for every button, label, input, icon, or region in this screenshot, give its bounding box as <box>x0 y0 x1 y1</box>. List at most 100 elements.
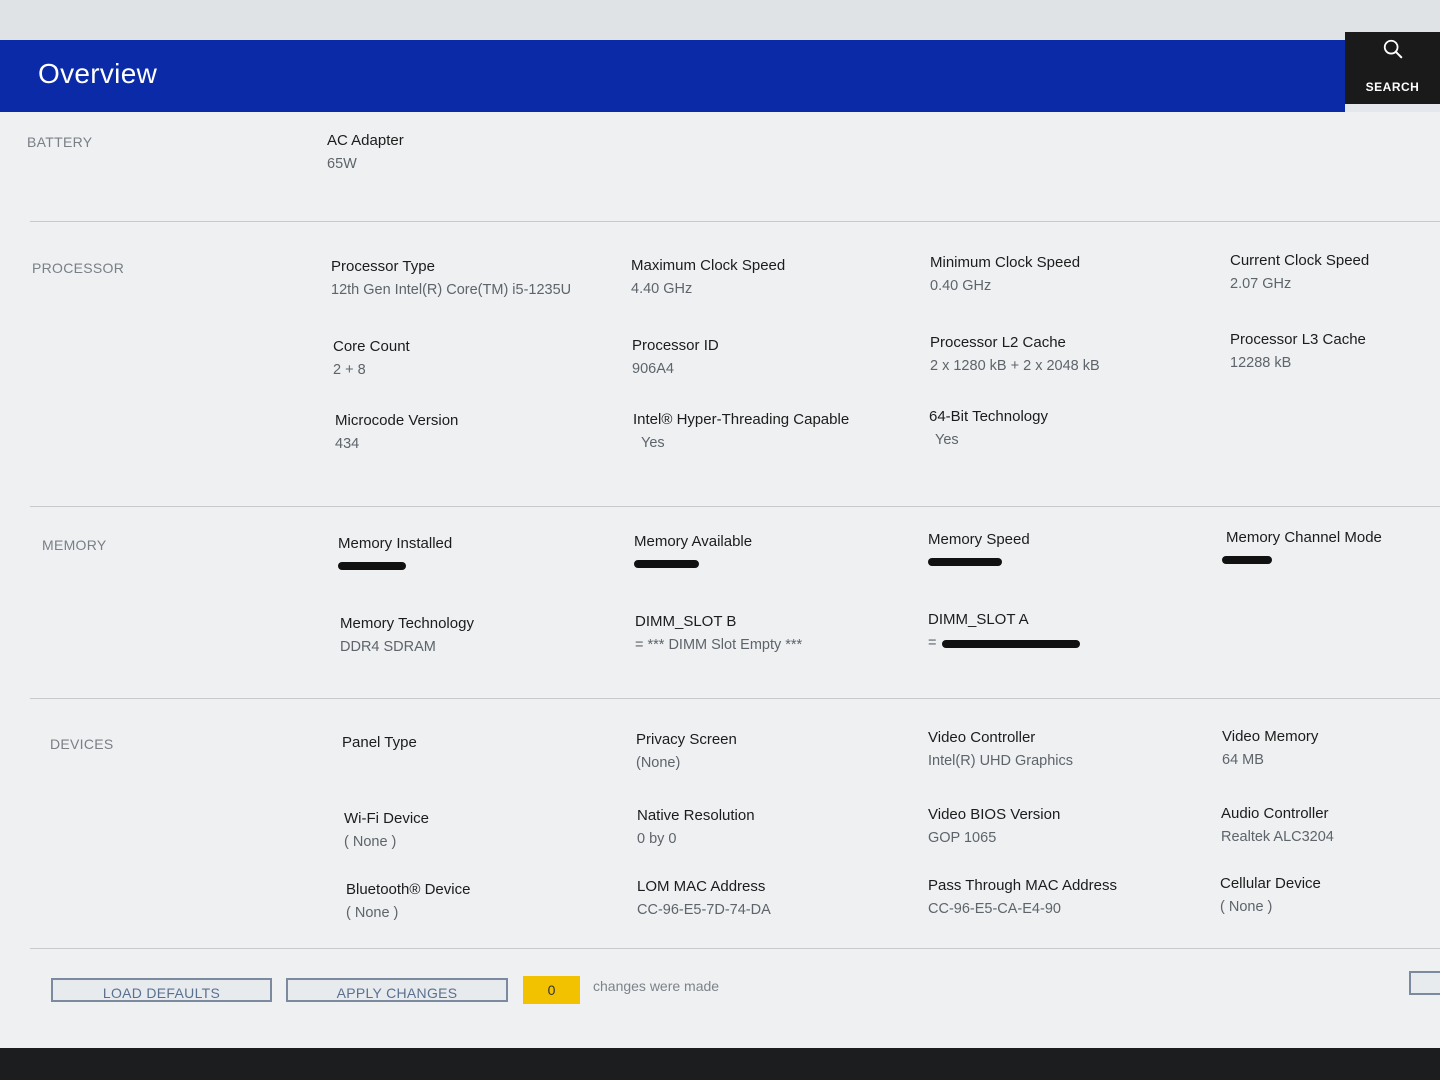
field-label: Memory Installed <box>338 535 453 552</box>
redacted-mark <box>338 562 406 570</box>
field-label: Microcode Version <box>335 412 459 429</box>
field-native-resolution: Native Resolution 0 by 0 <box>637 806 917 849</box>
search-label: SEARCH <box>1365 80 1420 94</box>
field-cellular-device: Cellular Device ( None ) <box>1220 874 1440 917</box>
field-label: Bluetooth® Device <box>346 881 471 898</box>
devices-section-label: DEVICES <box>50 736 114 752</box>
field-label: Intel® Hyper-Threading Capable <box>633 411 850 428</box>
field-label: Memory Available <box>634 533 753 550</box>
field-value: 2 x 1280 kB + 2 x 2048 kB <box>930 358 1100 374</box>
field-label: Maximum Clock Speed <box>631 257 786 274</box>
field-min-clock-speed: Minimum Clock Speed 0.40 GHz <box>930 253 1210 296</box>
field-memory-technology: Memory Technology DDR4 SDRAM <box>340 614 620 657</box>
apply-changes-button[interactable]: APPLY CHANGES <box>286 978 508 1002</box>
field-label: DIMM_SLOT B <box>635 613 737 630</box>
field-pass-through-mac: Pass Through MAC Address CC-96-E5-CA-E4-… <box>928 876 1208 919</box>
top-band <box>0 0 1440 40</box>
field-video-controller: Video Controller Intel(R) UHD Graphics <box>928 728 1208 771</box>
redacted-mark <box>1222 556 1272 564</box>
field-label: Processor L3 Cache <box>1230 331 1366 348</box>
field-ac-adapter: AC Adapter 65W <box>327 131 607 174</box>
field-audio-controller: Audio Controller Realtek ALC3204 <box>1221 804 1440 847</box>
field-value: 4.40 GHz <box>631 281 693 297</box>
redacted-mark <box>928 558 1002 566</box>
search-icon <box>1383 39 1402 59</box>
field-value: CC-96-E5-7D-74-DA <box>637 902 771 918</box>
field-value: Yes <box>641 435 665 451</box>
field-value: Realtek ALC3204 <box>1221 829 1334 845</box>
field-label: Memory Speed <box>928 531 1030 548</box>
field-value: CC-96-E5-CA-E4-90 <box>928 901 1061 917</box>
field-label: Wi-Fi Device <box>344 810 429 827</box>
field-video-bios-version: Video BIOS Version GOP 1065 <box>928 805 1208 848</box>
field-label: Video Controller <box>928 729 1036 746</box>
redacted-mark <box>634 560 699 568</box>
field-value: DDR4 SDRAM <box>340 639 436 655</box>
field-label: Panel Type <box>342 734 417 751</box>
load-defaults-button[interactable]: LOAD DEFAULTS <box>51 978 272 1002</box>
field-value: Intel(R) UHD Graphics <box>928 753 1074 769</box>
field-label: Pass Through MAC Address <box>928 877 1117 894</box>
field-label: Current Clock Speed <box>1230 252 1370 269</box>
field-privacy-screen: Privacy Screen (None) <box>636 730 916 773</box>
field-value: ( None ) <box>346 905 399 921</box>
field-value: 12th Gen Intel(R) Core(TM) i5-1235U <box>331 282 572 298</box>
changes-count-badge: 0 <box>523 976 580 1004</box>
footer-divider <box>30 948 1440 949</box>
field-memory-channel-mode: Memory Channel Mode <box>1222 528 1440 569</box>
field-value: 434 <box>335 436 360 452</box>
search-button[interactable]: SEARCH <box>1345 32 1440 104</box>
field-label: Privacy Screen <box>636 731 737 748</box>
field-label: LOM MAC Address <box>637 878 766 895</box>
field-value: = <box>928 635 937 651</box>
field-label: 64-Bit Technology <box>929 408 1048 425</box>
redacted-mark <box>942 639 1081 648</box>
divider <box>30 698 1440 699</box>
divider <box>30 221 1440 222</box>
field-value: 12288 kB <box>1230 355 1292 371</box>
divider <box>30 506 1440 507</box>
field-label: Memory Technology <box>340 615 474 632</box>
field-label: Core Count <box>333 338 410 355</box>
field-hyper-threading: Intel® Hyper-Threading Capable Yes <box>633 410 913 453</box>
field-microcode-version: Microcode Version 434 <box>335 411 615 454</box>
field-value: = *** DIMM Slot Empty *** <box>635 637 803 653</box>
field-processor-id: Processor ID 906A4 <box>632 336 912 379</box>
field-label: Memory Channel Mode <box>1226 529 1382 546</box>
field-value: 65W <box>327 156 357 172</box>
field-value: Yes <box>935 432 959 448</box>
field-label: DIMM_SLOT A <box>928 611 1029 628</box>
field-value: 2.07 GHz <box>1230 276 1292 292</box>
field-value: 906A4 <box>632 361 674 377</box>
field-value-row: = <box>928 630 1208 653</box>
memory-section-label: MEMORY <box>42 537 107 553</box>
field-dimm-slot-b: DIMM_SLOT B = *** DIMM Slot Empty *** <box>635 612 915 655</box>
field-64bit-technology: 64-Bit Technology Yes <box>929 407 1209 450</box>
field-l2-cache: Processor L2 Cache 2 x 1280 kB + 2 x 204… <box>930 333 1210 376</box>
field-dimm-slot-a: DIMM_SLOT A = <box>928 610 1208 653</box>
field-max-clock-speed: Maximum Clock Speed 4.40 GHz <box>631 256 911 299</box>
field-label: Processor ID <box>632 337 719 354</box>
screen-bezel <box>0 1048 1440 1080</box>
page-title: Overview <box>38 58 158 89</box>
field-memory-available: Memory Available <box>634 532 914 573</box>
field-value: ( None ) <box>344 834 397 850</box>
processor-section-label: PROCESSOR <box>32 260 125 276</box>
battery-section-label: BATTERY <box>27 134 93 150</box>
field-value: 2 + 8 <box>333 362 366 378</box>
field-value: ( None ) <box>1220 899 1273 915</box>
field-label: Processor L2 Cache <box>930 334 1066 351</box>
field-l3-cache: Processor L3 Cache 12288 kB <box>1230 330 1440 373</box>
field-label: Cellular Device <box>1220 875 1321 892</box>
field-memory-speed: Memory Speed <box>928 530 1208 571</box>
field-bluetooth-device: Bluetooth® Device ( None ) <box>346 880 626 923</box>
field-value: (None) <box>636 755 681 771</box>
field-panel-type: Panel Type <box>342 733 622 756</box>
field-label: Video BIOS Version <box>928 806 1061 823</box>
field-wifi-device: Wi-Fi Device ( None ) <box>344 809 624 852</box>
field-value: 0.40 GHz <box>930 278 992 294</box>
header-bar: Overview <box>0 40 1345 112</box>
partial-button[interactable] <box>1409 971 1440 995</box>
field-label: Native Resolution <box>637 807 755 824</box>
field-value: 64 MB <box>1222 752 1264 768</box>
